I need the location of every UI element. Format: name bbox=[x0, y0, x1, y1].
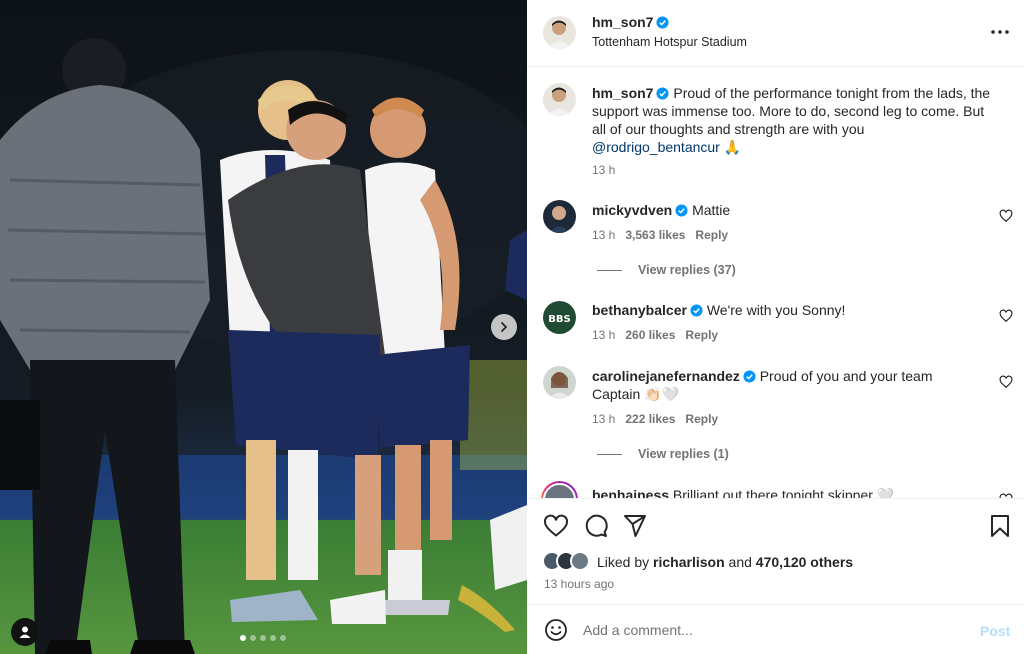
caption: hm_son7 Proud of the performance tonight… bbox=[592, 84, 992, 156]
verified-badge-icon bbox=[690, 304, 703, 317]
comment-like-heart-icon[interactable] bbox=[999, 375, 1013, 389]
comment: bethanybalcer We're with you Sonny! bbox=[592, 301, 845, 319]
author-username[interactable]: hm_son7 bbox=[592, 14, 653, 30]
comment-meta: 13 h 260 likes Reply bbox=[592, 328, 718, 342]
emoji-icon[interactable] bbox=[544, 618, 568, 642]
next-photo-button[interactable] bbox=[491, 314, 517, 340]
comment-like-heart-icon[interactable] bbox=[999, 309, 1013, 323]
liker-avatar[interactable] bbox=[570, 551, 590, 571]
comment-meta: 13 h 3,563 likes Reply bbox=[592, 228, 728, 242]
comments-list[interactable]: hm_son7 Proud of the performance tonight… bbox=[527, 67, 1024, 498]
carousel-dot[interactable] bbox=[270, 635, 276, 641]
comment-avatar[interactable] bbox=[543, 366, 576, 399]
caption-author-avatar[interactable] bbox=[543, 83, 576, 116]
chevron-right-icon bbox=[501, 322, 508, 332]
comment-input[interactable] bbox=[583, 619, 943, 641]
user-tag-icon bbox=[19, 626, 31, 638]
comment-time: 13 h bbox=[592, 228, 616, 242]
liked-by: Liked by richarlison and 470,120 others bbox=[597, 554, 854, 570]
reply-button[interactable]: Reply bbox=[685, 412, 718, 426]
comment-username[interactable]: mickyvdven bbox=[592, 202, 672, 218]
comment: benhainess Brilliant out there tonight s… bbox=[592, 486, 894, 498]
liked-by-others-link[interactable]: 470,120 others bbox=[756, 554, 853, 570]
bookmark-icon[interactable] bbox=[987, 513, 1013, 539]
tagged-users-button[interactable] bbox=[11, 618, 39, 646]
comment: mickyvdven Mattie bbox=[592, 201, 730, 219]
more-icon[interactable] bbox=[989, 22, 1011, 42]
carousel-dot[interactable] bbox=[240, 635, 246, 641]
post-photo[interactable] bbox=[0, 0, 527, 654]
comment-icon[interactable] bbox=[583, 513, 609, 539]
caption-username[interactable]: hm_son7 bbox=[592, 85, 653, 101]
view-replies-button[interactable]: View replies (37) bbox=[597, 263, 736, 277]
liked-by-user-link[interactable]: richarlison bbox=[653, 554, 725, 570]
comment-avatar[interactable]: BBS bbox=[543, 301, 576, 334]
comment-likes[interactable]: 3,563 likes bbox=[625, 228, 685, 242]
verified-badge-icon bbox=[743, 370, 756, 383]
comment-username[interactable]: bethanybalcer bbox=[592, 302, 687, 318]
carousel-dot[interactable] bbox=[260, 635, 266, 641]
carousel-dot[interactable] bbox=[280, 635, 286, 641]
caption-emoji: 🙏 bbox=[723, 139, 742, 155]
post-comment-button[interactable]: Post bbox=[980, 623, 1010, 639]
verified-badge-icon bbox=[656, 16, 670, 29]
carousel-dots bbox=[240, 635, 286, 641]
comment-text: We're with you Sonny! bbox=[706, 302, 846, 318]
verified-badge-icon bbox=[675, 204, 688, 217]
author-avatar[interactable] bbox=[543, 16, 576, 49]
post-time-ago[interactable]: 13 hours ago bbox=[544, 577, 614, 591]
comment-likes[interactable]: 222 likes bbox=[625, 412, 675, 426]
comment-avatar[interactable] bbox=[543, 200, 576, 233]
post-details-panel: hm_son7 Tottenham Hotspur Stadium hm_son… bbox=[527, 0, 1024, 654]
carousel-dot[interactable] bbox=[250, 635, 256, 641]
comment-meta: 13 h 222 likes Reply bbox=[592, 412, 718, 426]
share-icon[interactable] bbox=[622, 513, 648, 539]
heart-icon[interactable] bbox=[543, 513, 569, 539]
photo-scene bbox=[0, 0, 527, 654]
comment-text: Brilliant out there tonight skipper 🤍 bbox=[672, 487, 895, 498]
reply-button[interactable]: Reply bbox=[695, 228, 728, 242]
caption-mention-link[interactable]: @rodrigo_bentancur bbox=[592, 139, 720, 155]
post-actions: Liked by richarlison and 470,120 others … bbox=[527, 498, 1024, 604]
post-header: hm_son7 Tottenham Hotspur Stadium bbox=[527, 0, 1024, 67]
verified-badge-icon bbox=[656, 87, 670, 100]
comment-username[interactable]: carolinejanefernandez bbox=[592, 368, 740, 384]
comment-avatar[interactable] bbox=[541, 481, 578, 498]
comment-likes[interactable]: 260 likes bbox=[625, 328, 675, 342]
view-replies-button[interactable]: View replies (1) bbox=[597, 447, 729, 461]
author-username-row[interactable]: hm_son7 bbox=[592, 14, 670, 30]
caption-time: 13 h bbox=[592, 163, 616, 177]
reply-button[interactable]: Reply bbox=[685, 328, 718, 342]
comment-username[interactable]: benhainess bbox=[592, 487, 669, 498]
comment-time: 13 h bbox=[592, 328, 616, 342]
comment-time: 13 h bbox=[592, 412, 616, 426]
comment-like-heart-icon[interactable] bbox=[999, 209, 1013, 223]
svg-text:BBS: BBS bbox=[548, 314, 570, 325]
comment: carolinejanefernandez Proud of you and y… bbox=[592, 367, 972, 403]
add-comment-bar: Post bbox=[527, 604, 1024, 654]
post-location[interactable]: Tottenham Hotspur Stadium bbox=[592, 35, 747, 49]
comment-text: Mattie bbox=[692, 202, 731, 218]
